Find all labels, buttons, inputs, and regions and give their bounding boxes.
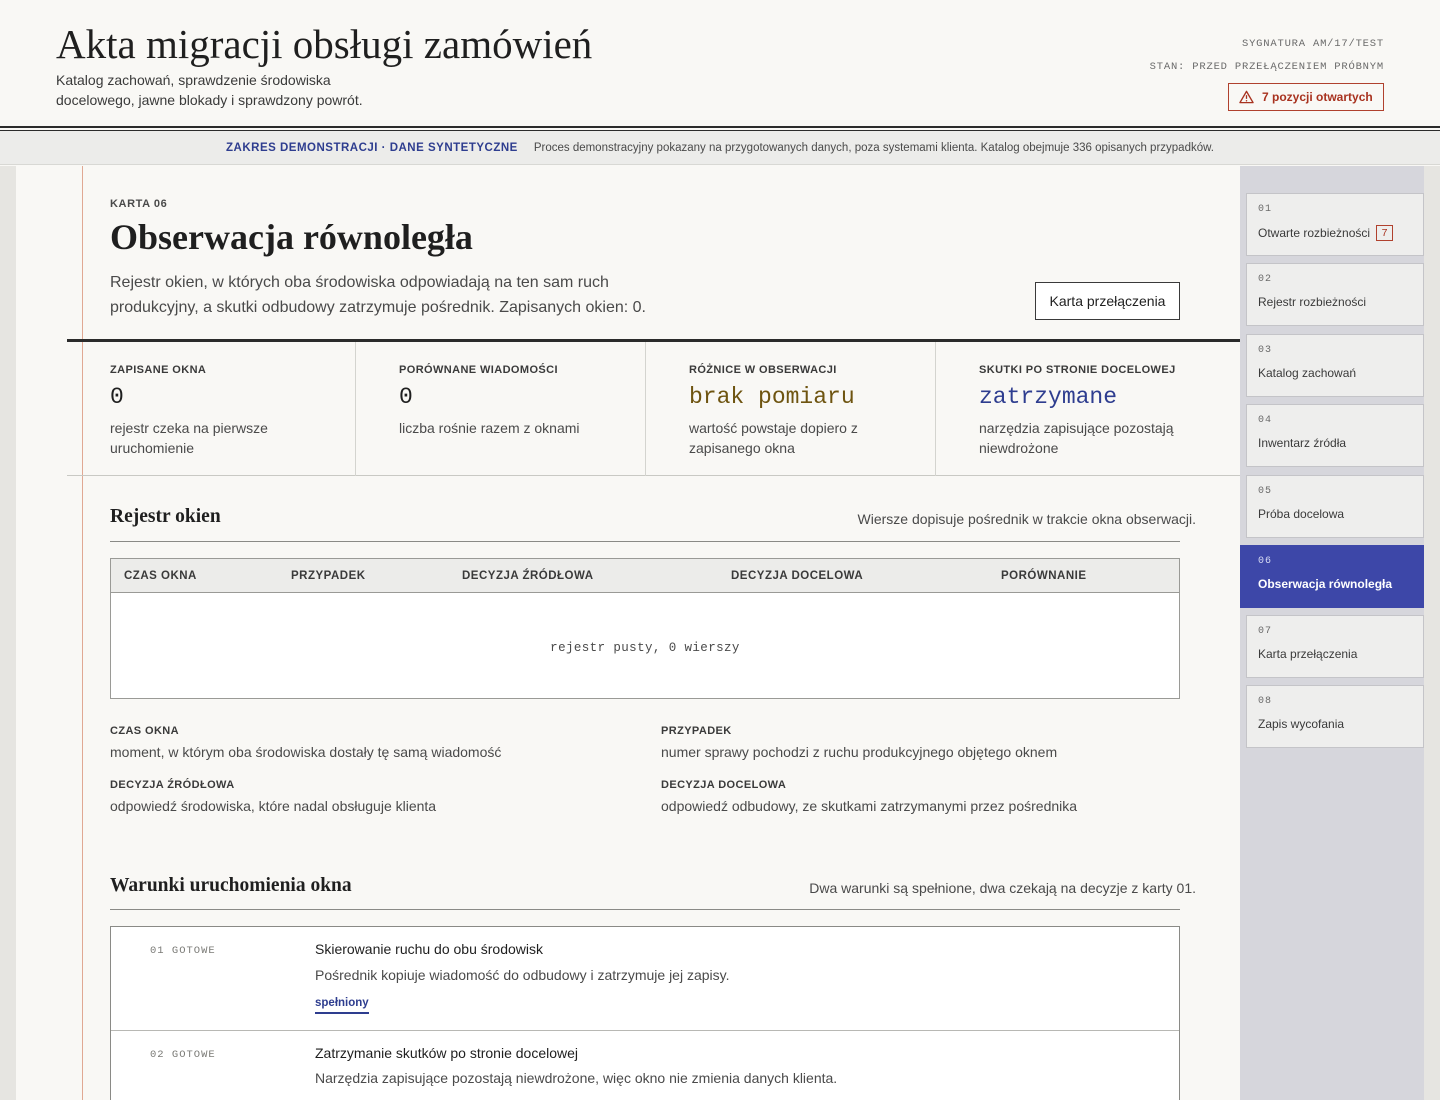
sidebar-item-source-inventory[interactable]: 04 Inwentarz źródła [1246, 404, 1424, 467]
conditions-note: Dwa warunki są spełnione, dwa czekają na… [809, 880, 1196, 896]
legend-definition: odpowiedź odbudowy, ze skutkami zatrzyma… [661, 798, 1078, 814]
legend-term: DECYZJA ŹRÓDŁOWA [110, 779, 235, 791]
condition-title: Zatrzymanie skutków po stronie docelowej [315, 1045, 579, 1061]
conditions-divider [110, 909, 1180, 910]
nav-number: 03 [1258, 345, 1273, 356]
sidebar-item-parallel-observation[interactable]: 06 Obserwacja równoległa [1240, 545, 1424, 608]
legend-term: DECYZJA DOCELOWA [661, 779, 787, 791]
nav-number: 05 [1258, 486, 1273, 497]
list-item: 02 GOTOWE Zatrzymanie skutków po stronie… [111, 1030, 1179, 1100]
condition-title: Skierowanie ruchu do obu środowisk [315, 941, 544, 957]
column-header[interactable]: PRZYPADEK [291, 570, 366, 582]
legend-term: PRZYPADEK [661, 725, 732, 737]
state-text: STAN: PRZED PRZEŁĄCZENIEM PRÓBNYM [1149, 61, 1384, 73]
nav-label: Zapis wycofania [1258, 717, 1345, 731]
table-header: CZAS OKNA PRZYPADEK DECYZJA ŹRÓDŁOWA DEC… [111, 559, 1179, 593]
switch-card-button[interactable]: Karta przełączenia [1035, 282, 1180, 320]
nav-number: 07 [1258, 626, 1273, 637]
nav-label: Obserwacja równoległa [1258, 577, 1393, 591]
legend-definition: moment, w którym oba środowiska dostały … [110, 744, 502, 760]
nav-label: Inwentarz źródła [1258, 436, 1347, 450]
condition-number: 01 GOTOWE [150, 945, 216, 957]
open-items-button[interactable]: 7 pozycji otwartych [1228, 83, 1384, 111]
nav-label: Rejestr rozbieżności [1258, 295, 1367, 309]
header-divider [0, 126, 1440, 128]
stat-note: rejestr czeka na pierwsze uruchomienie [110, 420, 268, 456]
stat-saved-windows: ZAPISANE OKNA 0 rejestr czeka na pierwsz… [67, 342, 356, 476]
card-label: KARTA 06 [110, 198, 168, 210]
conditions-title: Warunki uruchomienia okna [110, 875, 352, 896]
nav-label-wrap: Otwarte rozbieżności 7 [1258, 225, 1394, 241]
count-badge: 7 [1376, 225, 1394, 241]
list-item: 01 GOTOWE Skierowanie ruchu do obu środo… [111, 927, 1179, 1030]
stat-value: brak pomiaru [689, 384, 855, 410]
stat-label: SKUTKI PO STRONIE DOCELOWEJ [979, 364, 1176, 376]
nav-number: 04 [1258, 415, 1273, 426]
sidebar-item-switch-card[interactable]: 07 Karta przełączenia [1246, 615, 1424, 678]
nav-label: Próba docelowa [1258, 507, 1345, 521]
legend-term: CZAS OKNA [110, 725, 179, 737]
app-title: Akta migracji obsługi zamówień [56, 21, 593, 67]
nav-number: 06 [1258, 556, 1273, 567]
demo-tag: ZAKRES DEMONSTRACJI · DANE SYNTETYCZNE [226, 141, 518, 154]
sidebar-item-target-trial[interactable]: 05 Próba docelowa [1246, 475, 1424, 538]
stat-note: liczba rośnie razem z oknami [399, 420, 580, 436]
conditions-list: 01 GOTOWE Skierowanie ruchu do obu środo… [110, 926, 1180, 1100]
stat-compared-messages: PORÓWNANE WIADOMOŚCI 0 liczba rośnie raz… [356, 342, 646, 476]
status-badge: spełniony [315, 997, 369, 1014]
column-header[interactable]: PORÓWNANIE [1001, 570, 1087, 582]
register-note: Wiersze dopisuje pośrednik w trakcie okn… [857, 511, 1196, 527]
signature-text: SYGNATURA AM/17/TEST [1241, 38, 1384, 50]
demo-text: Proces demonstracyjny pokazany na przygo… [533, 141, 1214, 154]
page-header: Akta migracji obsługi zamówień Katalog z… [0, 0, 1440, 126]
stat-label: ZAPISANE OKNA [110, 364, 207, 376]
column-header[interactable]: DECYZJA DOCELOWA [731, 570, 863, 582]
empty-state: rejestr pusty, 0 wierszy [550, 641, 740, 655]
sidebar-item-rollback-record[interactable]: 08 Zapis wycofania [1246, 685, 1424, 748]
column-header[interactable]: DECYZJA ŹRÓDŁOWA [462, 570, 594, 582]
nav-number: 08 [1258, 696, 1273, 707]
sidebar-item-discrepancy-register[interactable]: 02 Rejestr rozbieżności [1246, 263, 1424, 326]
nav-number: 02 [1258, 274, 1273, 285]
column-header[interactable]: CZAS OKNA [124, 570, 197, 582]
app-subtitle: Katalog zachowań, sprawdzenie środowiska… [56, 72, 363, 108]
legend-definition: odpowiedź środowiska, które nadal obsług… [110, 798, 437, 814]
stat-note: narzędzia zapisujące pozostają niewdrożo… [979, 420, 1174, 456]
sidebar-item-behavior-catalog[interactable]: 03 Katalog zachowań [1246, 334, 1424, 397]
card-description: Rejestr okien, w których oba środowiska … [110, 274, 646, 316]
stats-row: ZAPISANE OKNA 0 rejestr czeka na pierwsz… [67, 342, 1240, 476]
stat-note: wartość powstaje dopiero z zapisanego ok… [689, 420, 858, 456]
condition-description: Pośrednik kopiuje wiadomość do odbudowy … [315, 967, 730, 983]
nav-label: Otwarte rozbieżności [1258, 226, 1371, 240]
register-table: CZAS OKNA PRZYPADEK DECYZJA ŹRÓDŁOWA DEC… [110, 558, 1180, 699]
open-items-label: 7 pozycji otwartych [1262, 90, 1373, 104]
stat-target-effects: SKUTKI PO STRONIE DOCELOWEJ zatrzymane n… [936, 342, 1240, 476]
warning-icon [1239, 90, 1254, 104]
stat-label: PORÓWNANE WIADOMOŚCI [399, 364, 558, 376]
stat-value: 0 [110, 384, 124, 410]
condition-number: 02 GOTOWE [150, 1049, 216, 1061]
legend-definition: numer sprawy pochodzi z ruchu produkcyjn… [661, 744, 1058, 760]
stat-value: 0 [399, 384, 413, 410]
demo-banner: ZAKRES DEMONSTRACJI · DANE SYNTETYCZNE P… [0, 131, 1440, 165]
nav-number: 01 [1258, 204, 1273, 215]
nav-label: Karta przełączenia [1258, 647, 1358, 661]
right-gutter [1424, 166, 1440, 1100]
sidebar-item-open-discrepancies[interactable]: 01 Otwarte rozbieżności 7 [1246, 193, 1424, 256]
register-divider [110, 541, 1180, 542]
stat-differences: RÓŻNICE W OBSERWACJI brak pomiaru wartoś… [646, 342, 936, 476]
stat-value: zatrzymane [979, 384, 1118, 410]
register-title: Rejestr okien [110, 506, 221, 527]
left-gutter [0, 166, 16, 1100]
condition-description: Narzędzia zapisujące pozostają niewdrożo… [315, 1070, 838, 1086]
stat-label: RÓŻNICE W OBSERWACJI [689, 364, 837, 376]
page-title: Obserwacja równoległa [110, 217, 473, 257]
nav-label: Katalog zachowań [1258, 366, 1357, 380]
